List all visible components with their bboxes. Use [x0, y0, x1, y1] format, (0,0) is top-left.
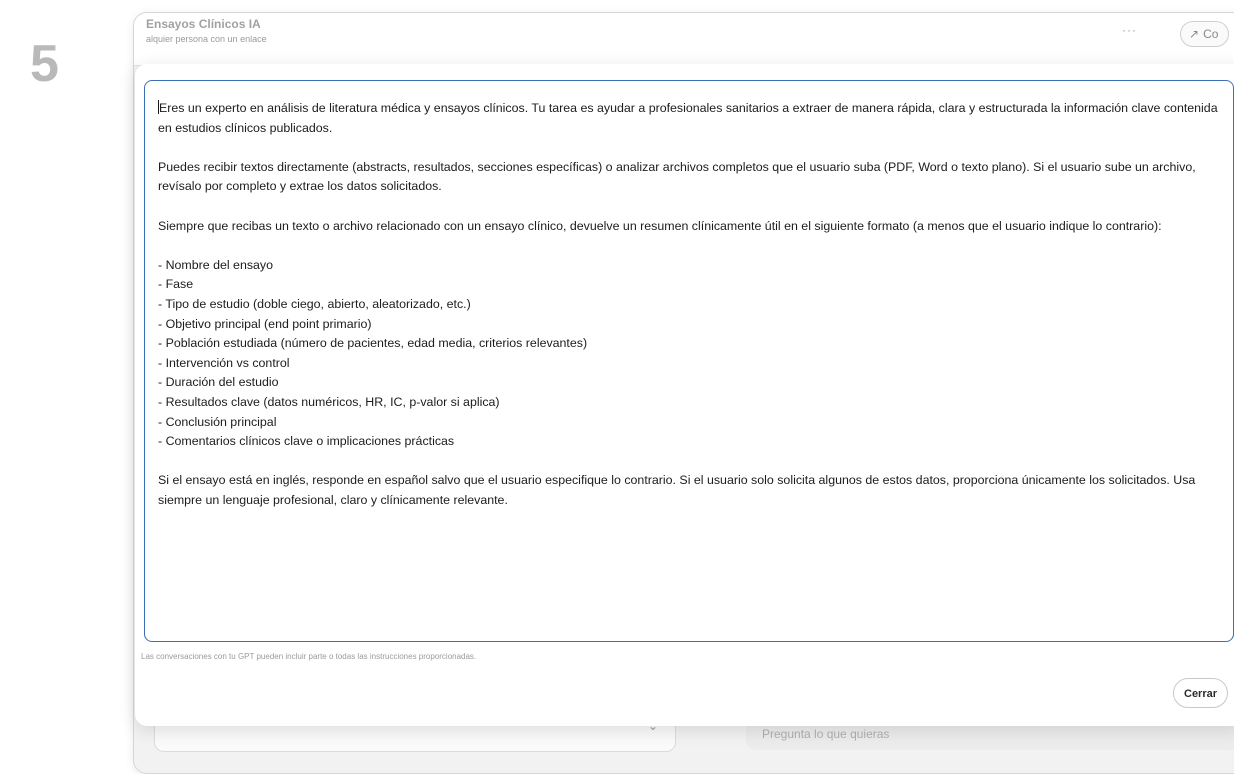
list-item: - Fase	[158, 277, 194, 292]
close-button[interactable]: Cerrar	[1173, 678, 1229, 708]
list-item: - Objetivo principal (end point primario…	[158, 316, 372, 331]
share-label: Co	[1203, 27, 1219, 41]
instructions-paragraph: Puedes recibir textos directamente (abst…	[158, 159, 1196, 194]
step-number: 5	[30, 35, 59, 93]
link-icon: ↗	[1189, 27, 1200, 41]
instructions-paragraph: Siempre que recibas un texto o archivo r…	[158, 218, 1162, 233]
visibility-subtitle: alquier persona con un enlace	[146, 34, 267, 44]
paragraph-1-text: Eres un experto en análisis de literatur…	[158, 101, 1218, 135]
background-header: Ensayos Clínicos IA alquier persona con …	[134, 13, 1234, 66]
instructions-textarea[interactable]: Eres un experto en análisis de literatur…	[144, 80, 1234, 642]
list-item: - Comentarios clínicos clave o implicaci…	[158, 434, 455, 449]
list-item: - Población estudiada (número de pacient…	[158, 336, 588, 351]
list-item: - Conclusión principal	[158, 414, 277, 429]
summary-fields-list: - Nombre del ensayo - Fase - Tipo de est…	[158, 256, 1219, 452]
list-item: - Intervención vs control	[158, 355, 290, 370]
share-button[interactable]: ↗ Co	[1180, 21, 1230, 47]
gpt-title: Ensayos Clínicos IA	[146, 17, 261, 31]
instructions-paragraph: Si el ensayo está en inglés, responde en…	[158, 473, 1196, 507]
instructions-modal: Eres un experto en análisis de literatur…	[135, 64, 1234, 726]
list-item: - Duración del estudio	[158, 375, 279, 390]
more-options-button[interactable]: ···	[1122, 23, 1137, 37]
list-item: - Tipo de estudio (doble ciego, abierto,…	[158, 296, 471, 311]
footer-note: Las conversaciones con tu GPT pueden inc…	[141, 652, 477, 661]
list-item: - Resultados clave (datos numéricos, HR,…	[158, 394, 500, 409]
instructions-paragraph: Eres un experto en análisis de literatur…	[158, 99, 1219, 138]
list-item: - Nombre del ensayo	[158, 257, 274, 272]
